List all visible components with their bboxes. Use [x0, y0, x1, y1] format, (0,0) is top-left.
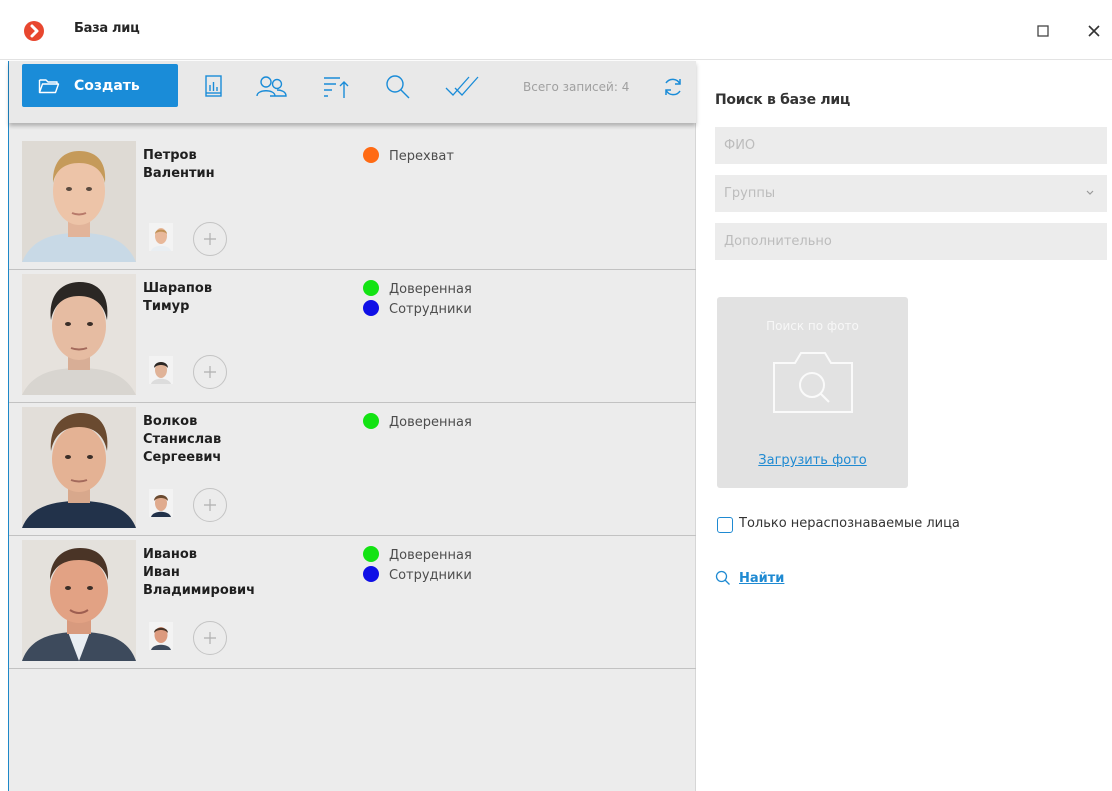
- create-button[interactable]: Создать: [22, 64, 178, 107]
- create-button-label: Создать: [74, 78, 140, 94]
- patronymic: Владимирович: [143, 583, 256, 598]
- group-list: Доверенная Сотрудники: [363, 546, 472, 586]
- add-photo-button[interactable]: [193, 355, 227, 389]
- group-list: Перехват: [363, 147, 454, 167]
- group-color-dot: [363, 546, 379, 562]
- chevron-down-icon: [1086, 190, 1094, 195]
- refresh-icon[interactable]: [661, 75, 691, 105]
- last-name: Шарапов: [143, 281, 213, 296]
- last-name: Волков: [143, 414, 198, 429]
- first-name: Валентин: [143, 166, 215, 181]
- faces-list-panel: Создать Всего записей: 4 Петров Валентин…: [8, 61, 696, 791]
- window-title: База лиц: [74, 21, 140, 36]
- group-tag: Перехват: [363, 147, 454, 167]
- sort-icon[interactable]: [320, 72, 350, 102]
- face-photo: [22, 274, 136, 395]
- group-tag: Сотрудники: [363, 300, 472, 320]
- last-name: Иванов: [143, 547, 198, 562]
- report-icon[interactable]: [199, 72, 229, 102]
- group-label: Доверенная: [389, 548, 472, 563]
- camera-search-icon: [773, 352, 853, 413]
- fio-field[interactable]: [715, 127, 1107, 164]
- add-photo-button[interactable]: [193, 621, 227, 655]
- search-icon: [715, 570, 730, 585]
- select-all-icon[interactable]: [443, 72, 479, 102]
- group-color-dot: [363, 147, 379, 163]
- face-photo: [22, 407, 136, 528]
- person-name: Петров Валентин: [143, 147, 215, 183]
- plus-icon: [204, 366, 216, 378]
- maximize-icon[interactable]: [1032, 20, 1054, 42]
- search-panel: Поиск в базе лиц Группы Поиск по фото За…: [697, 61, 1112, 791]
- face-thumbnail[interactable]: [149, 622, 173, 650]
- first-name: Тимур: [143, 299, 190, 314]
- face-row[interactable]: Волков Станислав Сергеевич Доверенная: [9, 403, 696, 536]
- person-name: Волков Станислав Сергеевич: [143, 413, 221, 467]
- close-icon[interactable]: [1083, 20, 1105, 42]
- face-row[interactable]: Иванов Иван Владимирович Доверенная Сотр…: [9, 536, 696, 669]
- plus-icon: [204, 499, 216, 511]
- first-name: Иван: [143, 565, 180, 580]
- group-tag: Доверенная: [363, 413, 472, 433]
- groups-select[interactable]: Группы: [715, 175, 1107, 212]
- group-tag: Доверенная: [363, 546, 472, 566]
- group-label: Доверенная: [389, 415, 472, 430]
- group-label: Сотрудники: [389, 302, 472, 317]
- extra-field[interactable]: [715, 223, 1107, 260]
- upload-photo-link[interactable]: Загрузить фото: [717, 453, 908, 468]
- search-panel-title: Поиск в базе лиц: [715, 92, 850, 108]
- total-records: Всего записей: 4: [523, 80, 630, 94]
- photo-search-label: Поиск по фото: [766, 319, 859, 333]
- photo-search-dropzone[interactable]: Поиск по фото Загрузить фото: [717, 297, 908, 488]
- first-name: Станислав: [143, 432, 222, 447]
- groups-icon[interactable]: [255, 72, 287, 102]
- group-color-dot: [363, 413, 379, 429]
- group-label: Доверенная: [389, 282, 472, 297]
- face-photo: [22, 540, 136, 661]
- add-photo-button[interactable]: [193, 222, 227, 256]
- folder-icon: [38, 79, 60, 94]
- find-button[interactable]: Найти: [715, 570, 784, 590]
- group-tag: Сотрудники: [363, 566, 472, 586]
- faces-list: Петров Валентин Перехват Шарапов Тимур Д…: [9, 137, 696, 669]
- group-list: Доверенная: [363, 413, 472, 433]
- plus-icon: [204, 632, 216, 644]
- add-photo-button[interactable]: [193, 488, 227, 522]
- group-color-dot: [363, 280, 379, 296]
- last-name: Петров: [143, 148, 197, 163]
- fio-input[interactable]: [715, 127, 1107, 164]
- only-unrecognized-label: Только нераспознаваемые лица: [739, 516, 960, 531]
- group-color-dot: [363, 566, 379, 582]
- group-list: Доверенная Сотрудники: [363, 280, 472, 320]
- group-label: Перехват: [389, 149, 454, 164]
- face-thumbnail[interactable]: [149, 489, 173, 517]
- search-icon[interactable]: [383, 72, 413, 102]
- extra-input[interactable]: [715, 223, 1107, 260]
- toolbar: Создать Всего записей: 4: [9, 61, 696, 123]
- face-row[interactable]: Шарапов Тимур Доверенная Сотрудники: [9, 270, 696, 403]
- title-bar: База лиц: [0, 0, 1112, 60]
- checkbox-box[interactable]: [717, 517, 733, 533]
- group-color-dot: [363, 300, 379, 316]
- group-label: Сотрудники: [389, 568, 472, 583]
- group-tag: Доверенная: [363, 280, 472, 300]
- person-name: Иванов Иван Владимирович: [143, 546, 255, 600]
- plus-icon: [204, 233, 216, 245]
- find-label[interactable]: Найти: [739, 571, 784, 586]
- face-photo: [22, 141, 136, 262]
- face-thumbnail[interactable]: [149, 356, 173, 384]
- app-logo-icon: [24, 21, 44, 41]
- groups-select-placeholder: Группы: [724, 186, 776, 201]
- patronymic: Сергеевич: [143, 450, 222, 465]
- face-thumbnail[interactable]: [149, 223, 173, 251]
- face-row[interactable]: Петров Валентин Перехват: [9, 137, 696, 270]
- person-name: Шарапов Тимур: [143, 280, 212, 316]
